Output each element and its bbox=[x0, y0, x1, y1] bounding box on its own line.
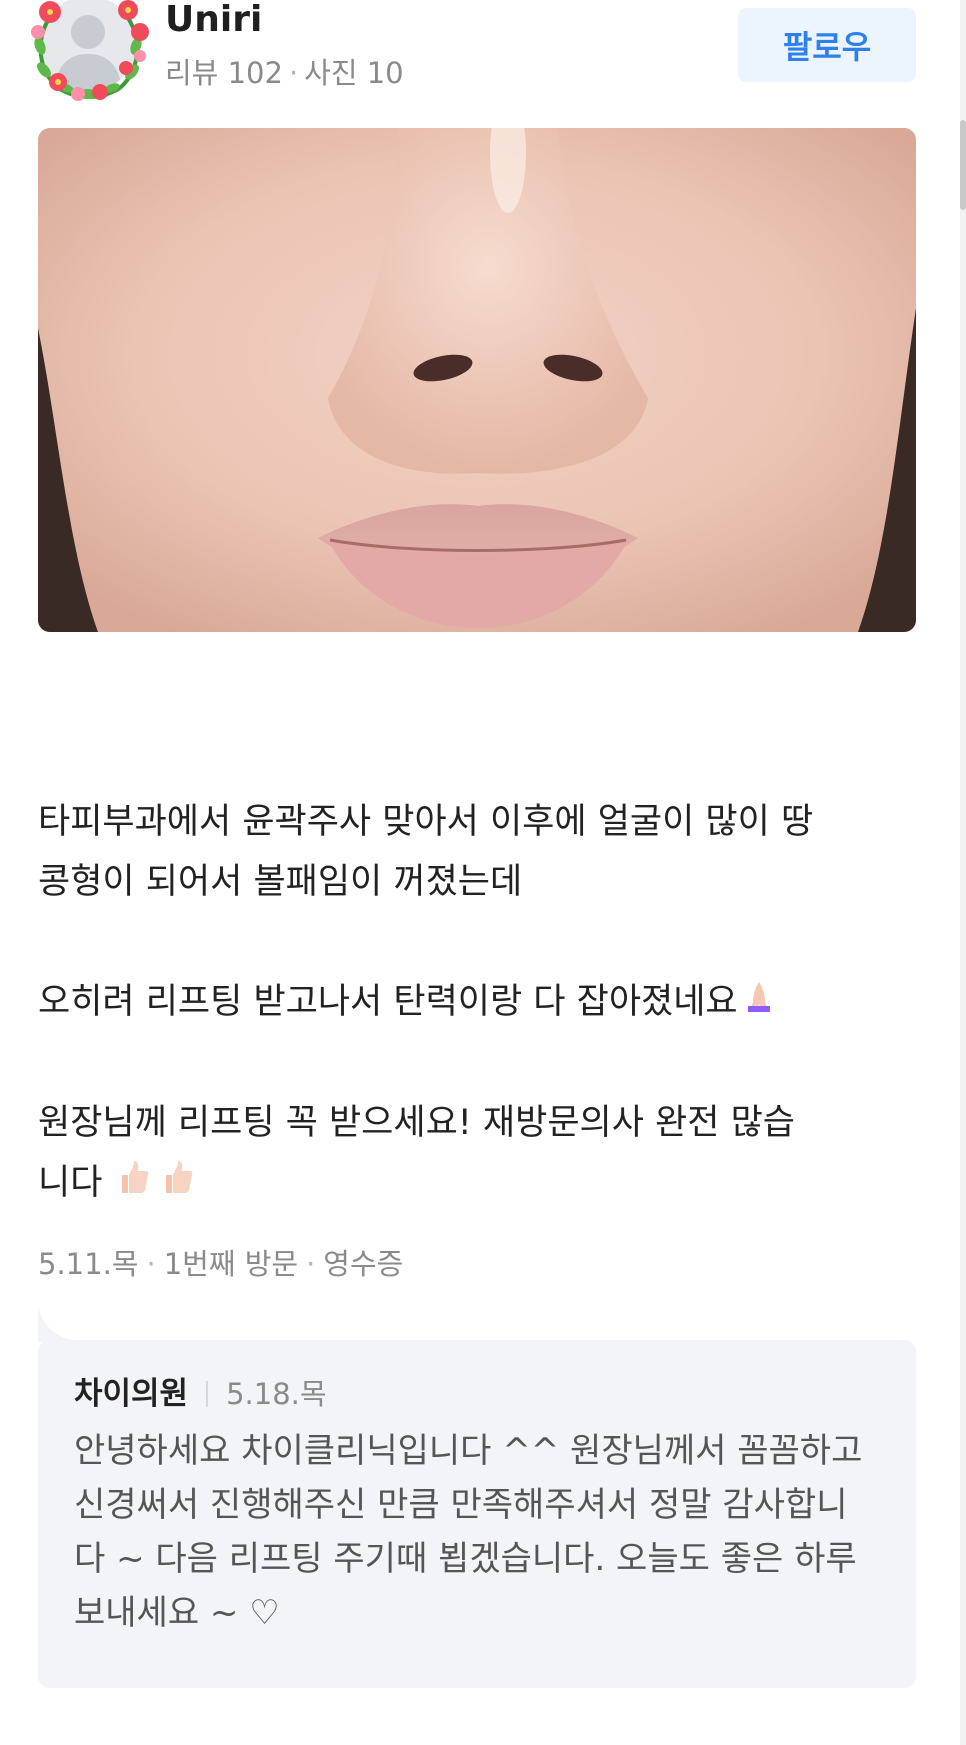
review-photo[interactable] bbox=[38, 128, 916, 632]
review-header: Uniri 리뷰 102 · 사진 10 팔로우 bbox=[0, 0, 966, 110]
thumbs-up-emoji-icon bbox=[160, 1154, 194, 1214]
receipt-label[interactable]: 영수증 bbox=[323, 1247, 403, 1281]
separator-dot: · bbox=[306, 1247, 316, 1281]
flower-wreath-icon bbox=[31, 0, 149, 101]
scrollbar-thumb[interactable] bbox=[960, 120, 966, 210]
review-line: 콩형이 되어서 볼패임이 꺼졌는데 bbox=[38, 862, 523, 902]
reply-author: 차이의원 bbox=[74, 1376, 189, 1412]
review-line: 니다 bbox=[38, 1153, 916, 1214]
separator-dot: · bbox=[288, 56, 299, 90]
avatar[interactable] bbox=[28, 0, 152, 102]
divider bbox=[206, 1381, 209, 1407]
review-line: 타피부과에서 윤곽주사 맞아서 이후에 얼굴이 많이 땅 bbox=[38, 802, 814, 842]
review-body: 타피부과에서 윤곽주사 맞아서 이후에 얼굴이 많이 땅 콩형이 되어서 볼패임… bbox=[38, 792, 916, 1214]
visit-count: 1번째 방문 bbox=[163, 1247, 299, 1281]
photo-count: 사진 10 bbox=[304, 56, 404, 90]
follow-button[interactable]: 팔로우 bbox=[738, 8, 916, 82]
folded-hands-emoji-icon bbox=[744, 973, 774, 1033]
visit-date: 5.11.목 bbox=[38, 1247, 139, 1281]
review-line: 오히려 리프팅 받고나서 탄력이랑 다 잡아졌네요 bbox=[38, 972, 916, 1033]
visit-info: 5.11.목 · 1번째 방문 · 영수증 bbox=[38, 1246, 403, 1282]
review-line-text: 오히려 리프팅 받고나서 탄력이랑 다 잡아졌네요 bbox=[38, 982, 738, 1022]
reply-header: 차이의원 5.18.목 bbox=[74, 1374, 880, 1414]
owner-reply: 차이의원 5.18.목 안녕하세요 차이클리닉입니다 ^^ 원장님께서 꼼꼼하고… bbox=[38, 1340, 916, 1688]
review-count: 리뷰 102 bbox=[165, 56, 283, 90]
user-stats: 리뷰 102 · 사진 10 bbox=[165, 56, 404, 90]
review-line-text: 니다 bbox=[38, 1163, 103, 1203]
review-line: 원장님께 리프팅 꼭 받으세요! 재방문의사 완전 많습 bbox=[38, 1103, 795, 1143]
separator-dot: · bbox=[146, 1247, 156, 1281]
username[interactable]: Uniri bbox=[165, 0, 262, 40]
reply-date: 5.18.목 bbox=[226, 1377, 327, 1411]
thumbs-up-emoji-icon bbox=[116, 1154, 150, 1214]
scrollbar[interactable] bbox=[960, 0, 966, 1745]
reply-text: 안녕하세요 차이클리닉입니다 ^^ 원장님께서 꼼꼼하고 신경써서 진행해주신 … bbox=[74, 1431, 863, 1633]
